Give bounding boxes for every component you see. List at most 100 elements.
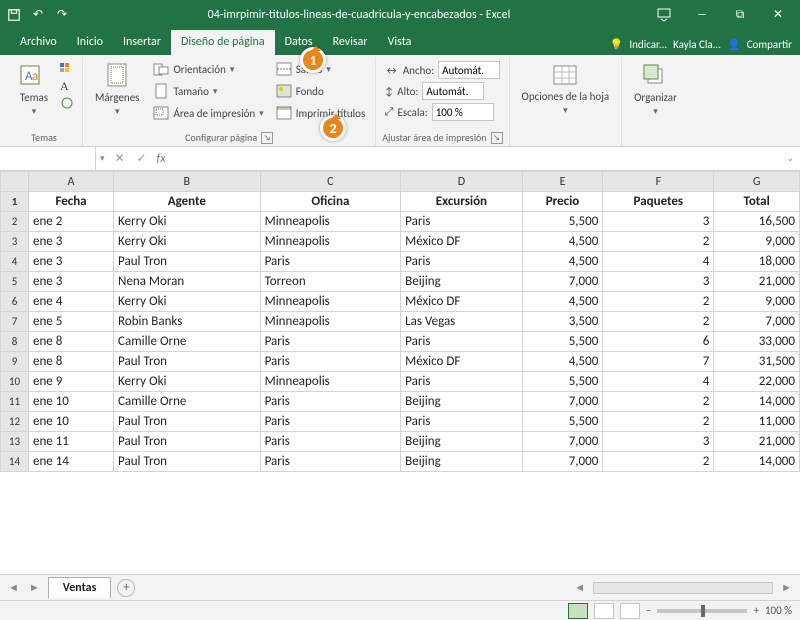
cell[interactable]: ene 10 bbox=[29, 412, 114, 432]
cell[interactable]: ene 4 bbox=[29, 292, 114, 312]
row-header[interactable]: 11 bbox=[1, 392, 29, 412]
col-header[interactable]: C bbox=[260, 172, 401, 192]
cell[interactable]: Paris bbox=[401, 212, 523, 232]
cell[interactable]: Robin Banks bbox=[114, 312, 261, 332]
escala-field[interactable] bbox=[432, 103, 494, 121]
hscroll-left-icon[interactable]: ◄ bbox=[572, 581, 587, 594]
cell[interactable]: 22,000 bbox=[714, 372, 800, 392]
cell[interactable]: Paris bbox=[260, 352, 401, 372]
cell[interactable]: Kerry Oki bbox=[114, 372, 261, 392]
dialog-launcher-icon[interactable]: ↘ bbox=[491, 132, 503, 144]
cell[interactable]: Paul Tron bbox=[114, 252, 261, 272]
cell[interactable]: Camille Orne bbox=[114, 392, 261, 412]
cell[interactable]: 7,000 bbox=[522, 392, 603, 412]
cell[interactable]: 31,500 bbox=[714, 352, 800, 372]
page-break-view-button[interactable] bbox=[620, 603, 640, 619]
cell[interactable]: ene 8 bbox=[29, 352, 114, 372]
cell[interactable]: ene 3 bbox=[29, 252, 114, 272]
redo-icon[interactable]: ↷ bbox=[52, 5, 72, 25]
cell[interactable]: 4,500 bbox=[522, 352, 603, 372]
header-cell[interactable]: Agente bbox=[114, 192, 261, 212]
header-cell[interactable]: Total bbox=[714, 192, 800, 212]
header-cell[interactable]: Fecha bbox=[29, 192, 114, 212]
cell[interactable]: 2 bbox=[603, 232, 714, 252]
spreadsheet-grid[interactable]: ABCDEFG1FechaAgenteOficinaExcursiónPreci… bbox=[0, 171, 800, 574]
ancho-field[interactable] bbox=[438, 61, 500, 79]
tab-archivo[interactable]: Archivo bbox=[10, 30, 67, 55]
cell[interactable]: ene 5 bbox=[29, 312, 114, 332]
cell[interactable]: 4 bbox=[603, 372, 714, 392]
cell[interactable]: Paul Tron bbox=[114, 352, 261, 372]
cell[interactable]: ene 14 bbox=[29, 452, 114, 472]
row-header[interactable]: 12 bbox=[1, 412, 29, 432]
cell[interactable]: 16,500 bbox=[714, 212, 800, 232]
cell[interactable]: ene 9 bbox=[29, 372, 114, 392]
dialog-launcher-icon[interactable]: ↘ bbox=[261, 132, 273, 144]
cell[interactable]: México DF bbox=[401, 292, 523, 312]
cell[interactable]: ene 11 bbox=[29, 432, 114, 452]
minimize-icon[interactable]: ― bbox=[684, 3, 720, 27]
cell[interactable]: Paris bbox=[401, 412, 523, 432]
cell[interactable]: Beijing bbox=[401, 272, 523, 292]
enter-icon[interactable]: ✓ bbox=[131, 151, 153, 166]
sheet-tab-ventas[interactable]: Ventas bbox=[48, 577, 112, 598]
zoom-in-button[interactable]: + bbox=[753, 604, 758, 617]
header-cell[interactable]: Precio bbox=[522, 192, 603, 212]
cell[interactable]: Camille Orne bbox=[114, 332, 261, 352]
cell[interactable]: ene 3 bbox=[29, 232, 114, 252]
save-icon[interactable] bbox=[4, 5, 24, 25]
area-impresion-button[interactable]: Área de impresión▾ bbox=[149, 103, 267, 123]
opciones-hoja-button[interactable]: Opciones de la hoja ▾ bbox=[516, 59, 616, 118]
cell[interactable]: 7,000 bbox=[522, 272, 603, 292]
col-header[interactable]: F bbox=[603, 172, 714, 192]
header-cell[interactable]: Oficina bbox=[260, 192, 401, 212]
zoom-out-button[interactable]: − bbox=[646, 604, 651, 617]
fonts-icon[interactable]: A bbox=[60, 79, 76, 94]
col-header[interactable]: E bbox=[522, 172, 603, 192]
cell[interactable]: Kerry Oki bbox=[114, 212, 261, 232]
expand-formula-icon[interactable]: ⌄ bbox=[780, 153, 800, 164]
cell[interactable]: Minneapolis bbox=[260, 312, 401, 332]
cell[interactable]: Paris bbox=[401, 252, 523, 272]
cell[interactable]: Paul Tron bbox=[114, 412, 261, 432]
row-header[interactable]: 7 bbox=[1, 312, 29, 332]
row-header[interactable]: 4 bbox=[1, 252, 29, 272]
cell[interactable]: 3 bbox=[603, 212, 714, 232]
horizontal-scrollbar[interactable] bbox=[593, 582, 773, 594]
tab-inicio[interactable]: Inicio bbox=[67, 30, 113, 55]
row-header[interactable]: 2 bbox=[1, 212, 29, 232]
tab-scroll-right-icon[interactable]: ► bbox=[27, 581, 42, 594]
maximize-icon[interactable]: ⧉ bbox=[722, 3, 758, 27]
col-header[interactable]: D bbox=[401, 172, 523, 192]
imprimir-titulos-button[interactable]: Imprimir títulos bbox=[272, 103, 370, 123]
cell[interactable]: ene 3 bbox=[29, 272, 114, 292]
header-cell[interactable]: Excursión bbox=[401, 192, 523, 212]
cell[interactable]: Minneapolis bbox=[260, 212, 401, 232]
cell[interactable]: 7,000 bbox=[714, 312, 800, 332]
organizar-button[interactable]: Organizar ▾ bbox=[628, 59, 683, 119]
cell[interactable]: Nena Moran bbox=[114, 272, 261, 292]
new-sheet-button[interactable]: + bbox=[117, 579, 135, 597]
cell[interactable]: Minneapolis bbox=[260, 232, 401, 252]
tab-insertar[interactable]: Insertar bbox=[113, 30, 171, 55]
cell[interactable]: 5,500 bbox=[522, 412, 603, 432]
cell[interactable]: 21,000 bbox=[714, 432, 800, 452]
cell[interactable]: Beijing bbox=[401, 452, 523, 472]
select-all-corner[interactable] bbox=[1, 172, 29, 192]
cell[interactable]: 2 bbox=[603, 292, 714, 312]
cancel-icon[interactable]: ✕ bbox=[109, 151, 131, 166]
row-header[interactable]: 9 bbox=[1, 352, 29, 372]
cell[interactable]: 4,500 bbox=[522, 292, 603, 312]
cell[interactable]: ene 8 bbox=[29, 332, 114, 352]
cell[interactable]: Paris bbox=[260, 392, 401, 412]
cell[interactable]: Beijing bbox=[401, 432, 523, 452]
tab-diseno-pagina[interactable]: Diseño de página bbox=[171, 30, 275, 55]
ribbon-options-icon[interactable] bbox=[646, 3, 682, 27]
cell[interactable]: Paris bbox=[260, 412, 401, 432]
cell[interactable]: Paris bbox=[401, 332, 523, 352]
cell[interactable]: Kerry Oki bbox=[114, 292, 261, 312]
cell[interactable]: ene 2 bbox=[29, 212, 114, 232]
cell[interactable]: Paris bbox=[260, 432, 401, 452]
header-cell[interactable]: Paquetes bbox=[603, 192, 714, 212]
cell[interactable]: Las Vegas bbox=[401, 312, 523, 332]
